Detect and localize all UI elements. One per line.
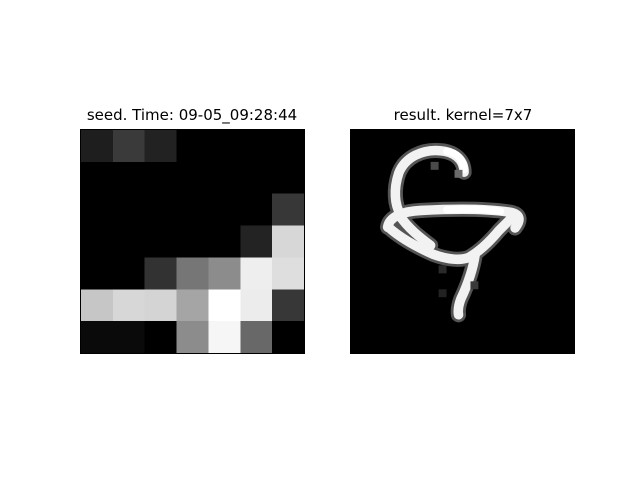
seed-cell: [176, 193, 210, 227]
seed-cell: [208, 321, 241, 353]
seed-cell: [272, 321, 304, 353]
result-digit-stroke: [380, 142, 527, 323]
seed-cell: [81, 130, 114, 163]
seed-cell: [144, 161, 178, 195]
seed-cell: [240, 321, 273, 353]
seed-cell: [240, 289, 273, 322]
seed-cell: [112, 193, 146, 227]
result-image: [350, 129, 575, 354]
seed-cell: [272, 193, 304, 227]
seed-cell: [176, 161, 210, 195]
seed-cell: [144, 130, 178, 163]
seed-cell: [176, 130, 210, 163]
seed-cell: [144, 193, 178, 227]
seed-cell: [112, 257, 146, 290]
seed-cell: [112, 161, 146, 195]
seed-cell: [144, 225, 178, 259]
seed-cell: [81, 321, 114, 353]
seed-cell: [240, 193, 273, 227]
seed-cell: [240, 161, 273, 195]
seed-cell: [272, 289, 304, 322]
seed-cell: [240, 225, 273, 259]
seed-cell: [208, 193, 241, 227]
seed-image: [80, 129, 305, 354]
seed-cell: [81, 225, 114, 259]
seed-cell: [208, 225, 241, 259]
seed-cell: [81, 193, 114, 227]
seed-cell: [81, 161, 114, 195]
seed-cell: [176, 257, 210, 290]
seed-cell: [144, 321, 178, 353]
seed-cell: [176, 225, 210, 259]
seed-cell: [112, 225, 146, 259]
seed-cell: [144, 289, 178, 322]
seed-cell: [112, 321, 146, 353]
seed-cell: [176, 321, 210, 353]
seed-cell: [81, 289, 114, 322]
seed-cell: [240, 257, 273, 290]
seed-panel-title: seed. Time: 09-05_09:28:44: [86, 106, 298, 124]
seed-cell: [144, 257, 178, 290]
seed-cell: [112, 289, 146, 322]
seed-cell: [208, 289, 241, 322]
seed-cell: [272, 257, 304, 290]
result-panel-title: result. kernel=7x7: [393, 106, 533, 124]
seed-cell: [208, 257, 241, 290]
seed-cell: [208, 130, 241, 163]
seed-cell: [112, 130, 146, 163]
seed-cell: [272, 130, 304, 163]
seed-cell: [272, 225, 304, 259]
seed-cell: [81, 257, 114, 290]
seed-cell: [240, 130, 273, 163]
seed-cell: [176, 289, 210, 322]
seed-cell: [208, 161, 241, 195]
seed-cell: [272, 161, 304, 195]
